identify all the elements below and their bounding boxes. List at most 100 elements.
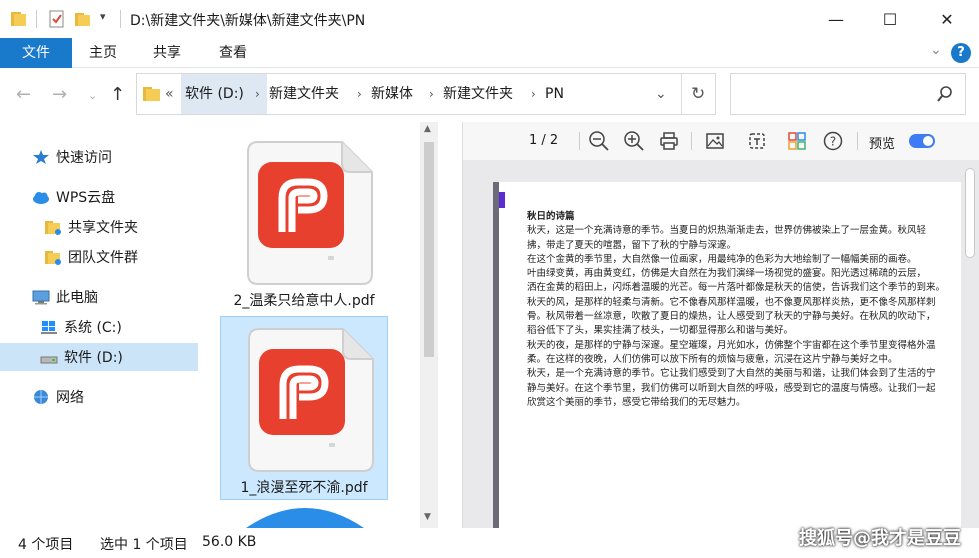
help-icon[interactable]: ? [951,43,971,63]
file-thumbnail-partial [246,508,364,528]
sidebar-item-this-pc[interactable]: 此电脑 [0,283,198,311]
preview-scrollbar[interactable] [961,160,979,528]
address-bar[interactable]: « 软件 (D:) › 新建文件夹 › 新媒体 › 新建文件夹 › PN ⌄ ↻ [136,73,716,115]
file-list: 2_温柔只给意中人.pdf 1_浪漫至死不渝.pdf ▲ ▼ [198,122,438,528]
sidebar-item-team-folder[interactable]: 团队文件群 [0,243,198,271]
recent-locations-icon[interactable]: ⌄ [88,89,97,102]
image-icon[interactable] [705,131,725,151]
pdf-file-icon [248,328,374,472]
back-arrow-icon[interactable]: ← [16,84,31,105]
pdf-page: 秋日的诗篇 秋天，这是一个充满诗意的季节。当夏日的炽热渐渐走去，世界仿佛被染上了… [493,182,971,528]
scroll-up-icon[interactable]: ▲ [424,124,431,134]
title-bar: ▾ D:\新建文件夹\新媒体\新建文件夹\PN — ☐ ✕ [0,0,979,38]
pdf-text-line: 拂，带走了夏天的喧嚣，留下了秋的宁静与深邃。 [527,239,737,251]
folder-icon [11,12,26,26]
preview-pane: 1 / 2 ? 预览 秋日的诗篇 秋天，这是一个充满诗意的季节。当夏日的炽热渐渐… [462,122,979,528]
chevron-right-icon[interactable]: › [531,74,536,114]
maximize-button[interactable]: ☐ [863,0,917,38]
sidebar-item-label: 快速访问 [56,150,112,166]
folder-icon [45,221,61,235]
address-segment-folder[interactable]: 新建文件夹 [269,74,339,114]
pdf-text-line: 稻谷低下了头，果实挂满了枝头，一切都显得那么和谐与美好。 [527,325,794,337]
customize-toolbar-icon[interactable]: ▾ [100,10,106,28]
scrollbar-thumb[interactable] [965,168,975,258]
file-list-scrollbar[interactable]: ▲ ▼ [420,122,438,528]
scrollbar-thumb[interactable] [424,142,434,357]
sidebar-item-network[interactable]: 网络 [0,383,198,411]
pdf-text-line: 叶由绿变黄，再由黄变红，仿佛是大自然在为我们演绎一场视觉的盛宴。阳光透过稀疏的云… [527,268,927,280]
sidebar-item-shared-folder[interactable]: 共享文件夹 [0,213,198,241]
sidebar-item-quick-access[interactable]: 快速访问 [0,143,198,171]
address-segment-subfolder[interactable]: 新建文件夹 [443,74,513,114]
sidebar-item-label: 团队文件群 [68,250,138,266]
sidebar-item-label: 软件 (D:) [64,350,123,366]
navigation-pane: 快速访问 WPS云盘 共享文件夹 团队文件群 此电脑 系统 (C:) 软件 (D… [0,122,198,528]
chevron-right-icon[interactable]: › [255,74,260,114]
address-segment-media[interactable]: 新媒体 [371,74,413,114]
pdf-text-line: 静与美好。在这个季节里，我们仿佛可以听到大自然的呼吸，感受到它的温度与情感。让我… [527,382,936,394]
folder-icon [45,251,61,265]
pdf-file-icon [247,141,373,285]
sidebar-item-label: 系统 (C:) [64,320,122,336]
scroll-down-icon[interactable]: ▼ [424,512,431,522]
sidebar-item-drive-c[interactable]: 系统 (C:) [0,313,198,341]
quick-access-separator [36,10,37,28]
star-icon [33,150,49,164]
pdf-text-line: 柔。在这样的夜晚，人们仿佛可以放下所有的烦恼与疲惫，沉浸在这片宁静与美好之中。 [527,353,898,365]
print-icon[interactable] [659,131,679,151]
apps-icon[interactable] [787,131,807,151]
address-divider [681,74,682,114]
ribbon-tabs: 文件 主页 共享 查看 ⌄ ? [0,38,979,68]
network-icon [34,390,48,404]
properties-icon[interactable] [48,10,66,28]
address-segment-pn[interactable]: PN [545,74,564,114]
item-count: 4 个项目 [18,537,74,553]
file-item[interactable]: 1_浪漫至死不渝.pdf [220,316,388,500]
toolbar-divider [579,132,580,150]
forward-arrow-icon[interactable]: → [52,84,67,105]
tab-view[interactable]: 查看 [206,38,260,68]
pdf-text-line: 秋天的夜，是那样的宁静与深邃。星空璀璨，月光如水，仿佛整个宇宙都在这个季节里变得… [527,339,936,351]
pdf-page-text: 秋日的诗篇 秋天，这是一个充满诗意的季节。当夏日的炽热渐渐走去，世界仿佛被染上了… [527,210,971,410]
pdf-text-line: 欣赏这个美丽的季节，感受它带给我们的无尽魅力。 [527,396,746,408]
sidebar-item-drive-d[interactable]: 软件 (D:) [0,343,198,371]
pdf-title: 秋日的诗篇 [527,211,575,222]
search-input[interactable] [730,73,966,115]
ribbon-expand-icon[interactable]: ⌄ [930,42,942,58]
page-marker [499,192,505,208]
up-arrow-icon[interactable]: ↑ [110,84,125,105]
selection-size: 56.0 KB [202,534,257,550]
tab-file[interactable]: 文件 [0,38,72,68]
tab-share[interactable]: 共享 [140,38,194,68]
refresh-icon[interactable]: ↻ [691,74,705,114]
search-icon[interactable] [937,86,953,102]
sidebar-item-label: WPS云盘 [56,190,116,206]
file-item[interactable]: 2_温柔只给意中人.pdf [220,132,388,312]
chevron-right-icon[interactable]: › [429,74,434,114]
chevron-right-icon[interactable]: › [357,74,362,114]
preview-toggle[interactable] [909,134,935,148]
computer-icon [32,290,50,305]
help-circle-icon[interactable]: ? [823,131,843,151]
sidebar-item-wps-cloud[interactable]: WPS云盘 [0,183,198,211]
title-separator [120,10,121,28]
minimize-button[interactable]: — [809,0,863,38]
toolbar-divider [857,132,858,150]
extract-text-icon[interactable] [747,131,767,151]
file-name: 1_浪漫至死不渝.pdf [240,480,368,496]
watermark-text: 搜狐号@我才是豆豆 [799,528,961,549]
pdf-text-line: 秋天，这是一个充满诗意的季节。当夏日的炽热渐渐走去，世界仿佛被染上了一层金黄。秋… [527,225,927,237]
tab-home[interactable]: 主页 [76,38,130,68]
address-segment-drive[interactable]: 软件 (D:) [185,74,244,114]
zoom-in-icon[interactable] [624,131,644,151]
sidebar-item-label: 共享文件夹 [68,220,138,236]
selection-count: 选中 1 个项目 [100,537,188,553]
close-button[interactable]: ✕ [920,0,974,38]
sidebar-item-label: 网络 [56,390,84,406]
new-folder-icon[interactable] [74,10,92,28]
folder-icon [143,87,160,101]
pdf-text-line: 在这个金黄的季节里，大自然像一位画家，用最纯净的色彩为大地绘制了一幅幅美丽的画卷… [527,253,917,265]
zoom-out-icon[interactable] [589,131,609,151]
chevron-down-icon[interactable]: ⌄ [655,74,667,114]
address-overflow-icon[interactable]: « [165,74,174,114]
